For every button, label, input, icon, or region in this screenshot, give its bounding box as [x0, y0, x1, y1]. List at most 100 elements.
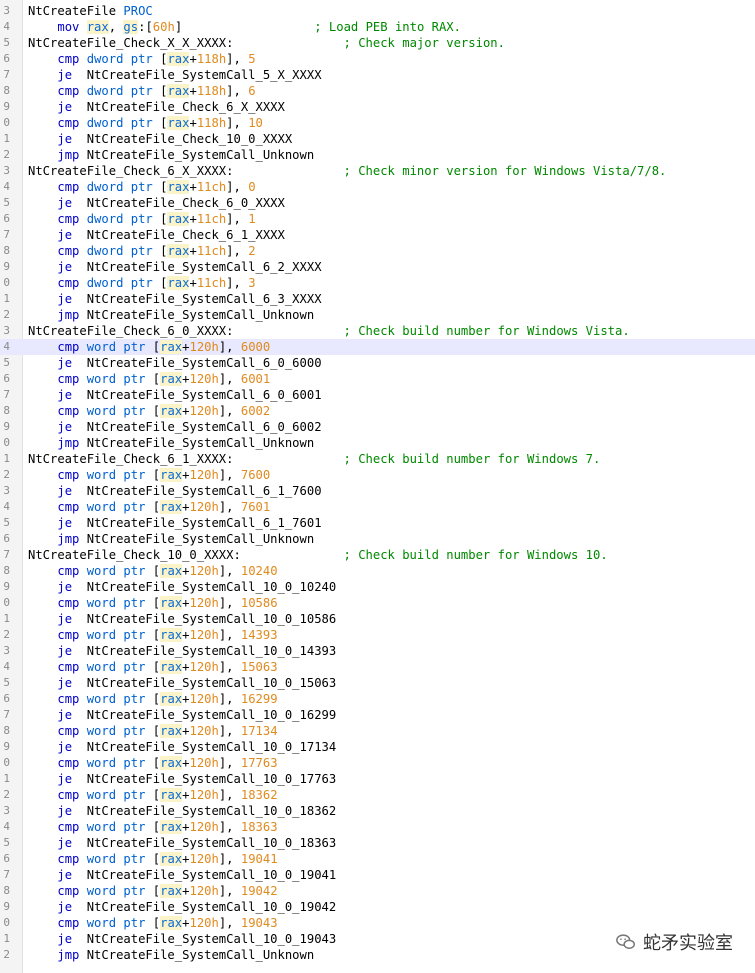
code-lines[interactable]: 3 NtCreateFile PROC 4 mov rax, gs:[60h] ; … — [0, 3, 755, 963]
code-text[interactable]: NtCreateFile PROC — [28, 3, 153, 19]
code-line[interactable]: 6 cmp word ptr [rax+120h], 16299 — [0, 691, 755, 707]
code-text[interactable]: je NtCreateFile_SystemCall_10_0_17763 — [28, 771, 336, 787]
code-line[interactable]: 2 cmp word ptr [rax+120h], 14393 — [0, 627, 755, 643]
code-line[interactable]: 0 cmp dword ptr [rax+118h], 10 — [0, 115, 755, 131]
code-line[interactable]: 1 je NtCreateFile_SystemCall_10_0_17763 — [0, 771, 755, 787]
code-text[interactable]: jmp NtCreateFile_SystemCall_Unknown — [28, 307, 314, 323]
code-text[interactable]: cmp word ptr [rax+120h], 15063 — [28, 659, 278, 675]
code-text[interactable]: je NtCreateFile_SystemCall_6_3_XXXX — [28, 291, 321, 307]
code-line[interactable]: 7 je NtCreateFile_SystemCall_5_X_XXXX — [0, 67, 755, 83]
code-line[interactable]: 2 cmp word ptr [rax+120h], 7600 — [0, 467, 755, 483]
code-text[interactable]: NtCreateFile_Check_6_1_XXXX: ; Check bui… — [28, 451, 600, 467]
code-text[interactable]: je NtCreateFile_SystemCall_10_0_18363 — [28, 835, 336, 851]
code-line[interactable]: 7 je NtCreateFile_SystemCall_6_0_6001 — [0, 387, 755, 403]
code-text[interactable]: cmp word ptr [rax+120h], 14393 — [28, 627, 278, 643]
code-text[interactable]: cmp word ptr [rax+120h], 17134 — [28, 723, 278, 739]
code-text[interactable]: je NtCreateFile_SystemCall_10_0_19043 — [28, 931, 336, 947]
code-line[interactable]: 4 mov rax, gs:[60h] ; Load PEB into RAX. — [0, 19, 755, 35]
code-text[interactable]: je NtCreateFile_SystemCall_10_0_19042 — [28, 899, 336, 915]
code-text[interactable]: je NtCreateFile_SystemCall_6_2_XXXX — [28, 259, 321, 275]
code-text[interactable]: jmp NtCreateFile_SystemCall_Unknown — [28, 947, 314, 963]
code-line[interactable]: 2 jmp NtCreateFile_SystemCall_Unknown — [0, 307, 755, 323]
code-line[interactable]: 8 cmp word ptr [rax+120h], 17134 — [0, 723, 755, 739]
code-line[interactable]: 8 cmp dword ptr [rax+11ch], 2 — [0, 243, 755, 259]
code-text[interactable]: cmp word ptr [rax+120h], 18362 — [28, 787, 278, 803]
code-text[interactable]: cmp word ptr [rax+120h], 7601 — [28, 499, 270, 515]
code-line[interactable]: 0 cmp dword ptr [rax+11ch], 3 — [0, 275, 755, 291]
code-line[interactable]: 3 je NtCreateFile_SystemCall_6_1_7600 — [0, 483, 755, 499]
code-line[interactable]: 7 NtCreateFile_Check_10_0_XXXX: ; Check b… — [0, 547, 755, 563]
code-text[interactable]: cmp dword ptr [rax+118h], 10 — [28, 115, 263, 131]
code-text[interactable]: je NtCreateFile_SystemCall_6_0_6002 — [28, 419, 321, 435]
code-text[interactable]: cmp word ptr [rax+120h], 19043 — [28, 915, 278, 931]
code-line-current[interactable]: 4 cmp word ptr [rax+120h], 6000 — [0, 339, 755, 355]
code-line[interactable]: 2 cmp word ptr [rax+120h], 18362 — [0, 787, 755, 803]
code-text[interactable]: je NtCreateFile_SystemCall_6_0_6000 — [28, 355, 321, 371]
code-line[interactable]: 1 je NtCreateFile_Check_10_0_XXXX — [0, 131, 755, 147]
code-text[interactable]: cmp dword ptr [rax+118h], 5 — [28, 51, 256, 67]
code-line[interactable]: 1 je NtCreateFile_SystemCall_6_3_XXXX — [0, 291, 755, 307]
code-text[interactable]: jmp NtCreateFile_SystemCall_Unknown — [28, 147, 314, 163]
code-text[interactable]: cmp dword ptr [rax+11ch], 2 — [28, 243, 256, 259]
code-text[interactable]: cmp dword ptr [rax+11ch], 0 — [28, 179, 256, 195]
code-text[interactable]: je NtCreateFile_Check_6_1_XXXX — [28, 227, 285, 243]
code-text[interactable]: je NtCreateFile_SystemCall_5_X_XXXX — [28, 67, 321, 83]
code-text[interactable]: je NtCreateFile_SystemCall_10_0_14393 — [28, 643, 336, 659]
code-text[interactable]: cmp word ptr [rax+120h], 16299 — [28, 691, 278, 707]
code-text[interactable]: je NtCreateFile_SystemCall_6_1_7601 — [28, 515, 321, 531]
code-line[interactable]: 0 cmp word ptr [rax+120h], 17763 — [0, 755, 755, 771]
code-line[interactable]: 4 cmp word ptr [rax+120h], 7601 — [0, 499, 755, 515]
code-line[interactable]: 8 cmp dword ptr [rax+118h], 6 — [0, 83, 755, 99]
code-text[interactable]: je NtCreateFile_SystemCall_10_0_19041 — [28, 867, 336, 883]
code-text[interactable]: cmp word ptr [rax+120h], 7600 — [28, 467, 270, 483]
code-line[interactable]: 2 jmp NtCreateFile_SystemCall_Unknown — [0, 147, 755, 163]
code-line[interactable]: 9 je NtCreateFile_SystemCall_10_0_17134 — [0, 739, 755, 755]
code-text[interactable]: cmp dword ptr [rax+11ch], 3 — [28, 275, 256, 291]
code-line[interactable]: 9 je NtCreateFile_SystemCall_6_2_XXXX — [0, 259, 755, 275]
code-text[interactable]: je NtCreateFile_SystemCall_6_1_7600 — [28, 483, 321, 499]
code-text[interactable]: cmp word ptr [rax+120h], 6002 — [28, 403, 270, 419]
code-line[interactable]: 4 cmp word ptr [rax+120h], 18363 — [0, 819, 755, 835]
code-line[interactable]: 6 cmp word ptr [rax+120h], 19041 — [0, 851, 755, 867]
code-text[interactable]: NtCreateFile_Check_6_0_XXXX: ; Check bui… — [28, 323, 630, 339]
code-line[interactable]: 8 cmp word ptr [rax+120h], 6002 — [0, 403, 755, 419]
code-line[interactable]: 1 je NtCreateFile_SystemCall_10_0_10586 — [0, 611, 755, 627]
code-line[interactable]: 8 cmp word ptr [rax+120h], 19042 — [0, 883, 755, 899]
code-line[interactable]: 5 je NtCreateFile_SystemCall_6_1_7601 — [0, 515, 755, 531]
code-text[interactable]: cmp word ptr [rax+120h], 10240 — [28, 563, 278, 579]
code-text[interactable]: jmp NtCreateFile_SystemCall_Unknown — [28, 435, 314, 451]
code-line[interactable]: 3 NtCreateFile_Check_6_0_XXXX: ; Check bu… — [0, 323, 755, 339]
code-text[interactable]: cmp dword ptr [rax+11ch], 1 — [28, 211, 256, 227]
code-line[interactable]: 9 je NtCreateFile_SystemCall_10_0_19042 — [0, 899, 755, 915]
code-line[interactable]: 7 je NtCreateFile_SystemCall_10_0_16299 — [0, 707, 755, 723]
code-text[interactable]: je NtCreateFile_SystemCall_10_0_15063 — [28, 675, 336, 691]
code-text[interactable]: je NtCreateFile_SystemCall_6_0_6001 — [28, 387, 321, 403]
code-line[interactable]: 7 je NtCreateFile_Check_6_1_XXXX — [0, 227, 755, 243]
code-line[interactable]: 3 je NtCreateFile_SystemCall_10_0_18362 — [0, 803, 755, 819]
code-text[interactable]: cmp word ptr [rax+120h], 19042 — [28, 883, 278, 899]
code-text[interactable]: jmp NtCreateFile_SystemCall_Unknown — [28, 531, 314, 547]
code-line[interactable]: 5 je NtCreateFile_SystemCall_10_0_15063 — [0, 675, 755, 691]
code-line[interactable]: 6 jmp NtCreateFile_SystemCall_Unknown — [0, 531, 755, 547]
code-text[interactable]: NtCreateFile_Check_10_0_XXXX: ; Check bu… — [28, 547, 608, 563]
code-line[interactable]: 3 NtCreateFile_Check_6_X_XXXX: ; Check mi… — [0, 163, 755, 179]
code-line[interactable]: 6 cmp dword ptr [rax+11ch], 1 — [0, 211, 755, 227]
code-text[interactable]: cmp word ptr [rax+120h], 6000 — [28, 339, 270, 355]
code-line[interactable]: 5 je NtCreateFile_Check_6_0_XXXX — [0, 195, 755, 211]
code-text[interactable]: je NtCreateFile_Check_6_X_XXXX — [28, 99, 285, 115]
code-line[interactable]: 4 cmp word ptr [rax+120h], 15063 — [0, 659, 755, 675]
code-text[interactable]: je NtCreateFile_SystemCall_10_0_16299 — [28, 707, 336, 723]
code-line[interactable]: 9 je NtCreateFile_SystemCall_10_0_10240 — [0, 579, 755, 595]
code-text[interactable]: je NtCreateFile_SystemCall_10_0_10240 — [28, 579, 336, 595]
code-text[interactable]: cmp word ptr [rax+120h], 17763 — [28, 755, 278, 771]
code-text[interactable]: cmp word ptr [rax+120h], 19041 — [28, 851, 278, 867]
code-text[interactable]: cmp word ptr [rax+120h], 18363 — [28, 819, 278, 835]
code-line[interactable]: 3 je NtCreateFile_SystemCall_10_0_14393 — [0, 643, 755, 659]
code-text[interactable]: mov rax, gs:[60h] ; Load PEB into RAX. — [28, 19, 461, 35]
code-line[interactable]: 0 cmp word ptr [rax+120h], 10586 — [0, 595, 755, 611]
code-text[interactable]: je NtCreateFile_Check_10_0_XXXX — [28, 131, 292, 147]
code-line[interactable]: 6 cmp dword ptr [rax+118h], 5 — [0, 51, 755, 67]
code-text[interactable]: cmp word ptr [rax+120h], 10586 — [28, 595, 278, 611]
code-line[interactable]: 4 cmp dword ptr [rax+11ch], 0 — [0, 179, 755, 195]
code-editor[interactable]: 3 NtCreateFile PROC 4 mov rax, gs:[60h] ; … — [0, 0, 755, 973]
